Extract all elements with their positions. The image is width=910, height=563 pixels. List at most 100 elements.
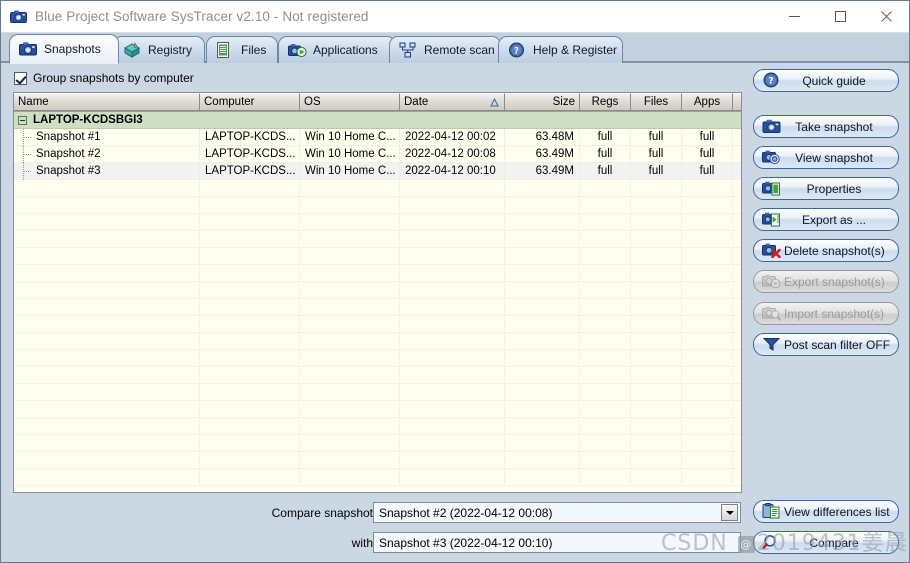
tab-snapshots[interactable]: Snapshots (9, 34, 119, 64)
checkbox-group-by-computer[interactable] (14, 71, 27, 85)
empty-cell (14, 350, 200, 367)
compare-second-dropdown[interactable]: Snapshot #3 (2022-04-12 00:10) (373, 532, 741, 553)
cell-name: Snapshot #2 (14, 145, 200, 163)
column-header-apps[interactable]: Apps (682, 93, 733, 111)
empty-cell (505, 282, 580, 299)
cell-computer: LAPTOP-KCDS... (200, 128, 300, 146)
snapshots-list[interactable]: Name Computer OS Date Size Regs Files Ap… (13, 92, 742, 493)
empty-cell (200, 435, 300, 452)
side-button-take-snapshot[interactable]: Take snapshot (753, 115, 899, 138)
side-button-post-scan-filter-off[interactable]: Post scan filter OFF (753, 333, 899, 356)
empty-cell (14, 401, 200, 418)
question-icon: ? (508, 42, 526, 58)
empty-cell (505, 401, 580, 418)
empty-cell (580, 282, 631, 299)
tab-strip: Snapshots Registry Files Applications Re… (1, 33, 909, 64)
collapse-icon[interactable] (18, 115, 27, 125)
empty-cell (400, 265, 505, 282)
list-column-headers: Name Computer OS Date Size Regs Files Ap… (14, 93, 741, 112)
cell-regs: full (580, 162, 631, 180)
column-header-size[interactable]: Size (505, 93, 580, 111)
empty-cell (400, 180, 505, 197)
tab-applications[interactable]: Applications (278, 36, 396, 63)
export-snapshot-icon (762, 273, 782, 290)
window-title: Blue Project Software SysTracer v2.10 - … (35, 9, 369, 24)
empty-row (14, 418, 741, 435)
empty-cell (580, 435, 631, 452)
empty-cell (631, 384, 682, 401)
tab-remote-scan[interactable]: Remote scan (389, 36, 501, 63)
empty-cell (505, 350, 580, 367)
empty-cell (580, 418, 631, 435)
column-header-regs[interactable]: Regs (580, 93, 631, 111)
table-row[interactable]: Snapshot #1 LAPTOP-KCDS... Win 10 Home C… (14, 128, 741, 146)
empty-cell (580, 401, 631, 418)
compare-second-value: Snapshot #3 (2022-04-12 00:10) (379, 535, 553, 550)
close-button[interactable] (863, 1, 909, 33)
empty-cell (733, 180, 741, 197)
cell-computer: LAPTOP-KCDS... (200, 162, 300, 180)
side-button-import-snapshot-s: Import snapshot(s) (753, 302, 899, 325)
title-bar: Blue Project Software SysTracer v2.10 - … (1, 1, 909, 33)
group-label: LAPTOP-KCDSBGI3 (33, 114, 143, 126)
chevron-down-icon[interactable] (721, 504, 738, 521)
empty-cell (300, 231, 400, 248)
empty-cell (14, 435, 200, 452)
column-header-date[interactable]: Date (400, 93, 505, 111)
side-button-view-snapshot[interactable]: View snapshot (753, 146, 899, 169)
cell-apps: full (682, 162, 733, 180)
cell-date: 2022-04-12 00:02 (400, 128, 505, 146)
cell-os: Win 10 Home C... (300, 145, 400, 163)
empty-cell (200, 282, 300, 299)
empty-cell (300, 214, 400, 231)
empty-cell (400, 316, 505, 333)
side-button-delete-snapshot-s[interactable]: Delete snapshot(s) (753, 239, 899, 262)
empty-cell (682, 231, 733, 248)
question-icon: ? (762, 72, 782, 89)
table-row[interactable]: Snapshot #3 LAPTOP-KCDS... Win 10 Home C… (14, 162, 741, 180)
column-header-spacer (733, 93, 741, 111)
column-header-files[interactable]: Files (631, 93, 682, 111)
empty-cell (400, 214, 505, 231)
empty-cell (505, 452, 580, 469)
table-row[interactable]: Snapshot #2 LAPTOP-KCDS... Win 10 Home C… (14, 145, 741, 163)
column-header-name[interactable]: Name (14, 93, 200, 111)
empty-cell (682, 299, 733, 316)
empty-cell (300, 401, 400, 418)
empty-cell (400, 299, 505, 316)
network-icon (399, 42, 417, 58)
empty-cell (682, 248, 733, 265)
compare-button[interactable]: Compare (753, 531, 899, 554)
empty-cell (682, 401, 733, 418)
column-header-os[interactable]: OS (300, 93, 400, 111)
empty-cell (631, 248, 682, 265)
group-row-laptop[interactable]: LAPTOP-KCDSBGI3 (14, 112, 741, 129)
side-button-properties[interactable]: Properties (753, 177, 899, 200)
empty-cell (14, 299, 200, 316)
side-button-export-as[interactable]: Export as ... (753, 208, 899, 231)
tab-help-register[interactable]: ? Help & Register (498, 36, 623, 63)
empty-cell (505, 265, 580, 282)
empty-row (14, 452, 741, 469)
group-snapshots-checkbox-row[interactable]: Group snapshots by computer (14, 71, 194, 85)
tab-files[interactable]: Files (206, 36, 278, 63)
empty-cell (200, 231, 300, 248)
column-label: Computer (204, 96, 255, 108)
cell-files: full (631, 128, 682, 146)
tab-registry[interactable]: Registry (113, 36, 205, 63)
empty-row (14, 435, 741, 452)
empty-cell (400, 350, 505, 367)
cell-apps: full (682, 145, 733, 163)
empty-cell (682, 350, 733, 367)
view-differences-list-button[interactable]: View differences list (753, 500, 899, 523)
side-button-label: Export as ... (801, 212, 867, 227)
maximize-button[interactable] (817, 1, 863, 33)
empty-cell (733, 333, 741, 350)
empty-cell (631, 231, 682, 248)
empty-cell (733, 231, 741, 248)
compare-first-dropdown[interactable]: Snapshot #2 (2022-04-12 00:08) (373, 502, 741, 523)
minimize-button[interactable] (771, 1, 817, 33)
empty-cell (631, 452, 682, 469)
side-button-quick-guide[interactable]: ? Quick guide (753, 69, 899, 92)
column-header-computer[interactable]: Computer (200, 93, 300, 111)
